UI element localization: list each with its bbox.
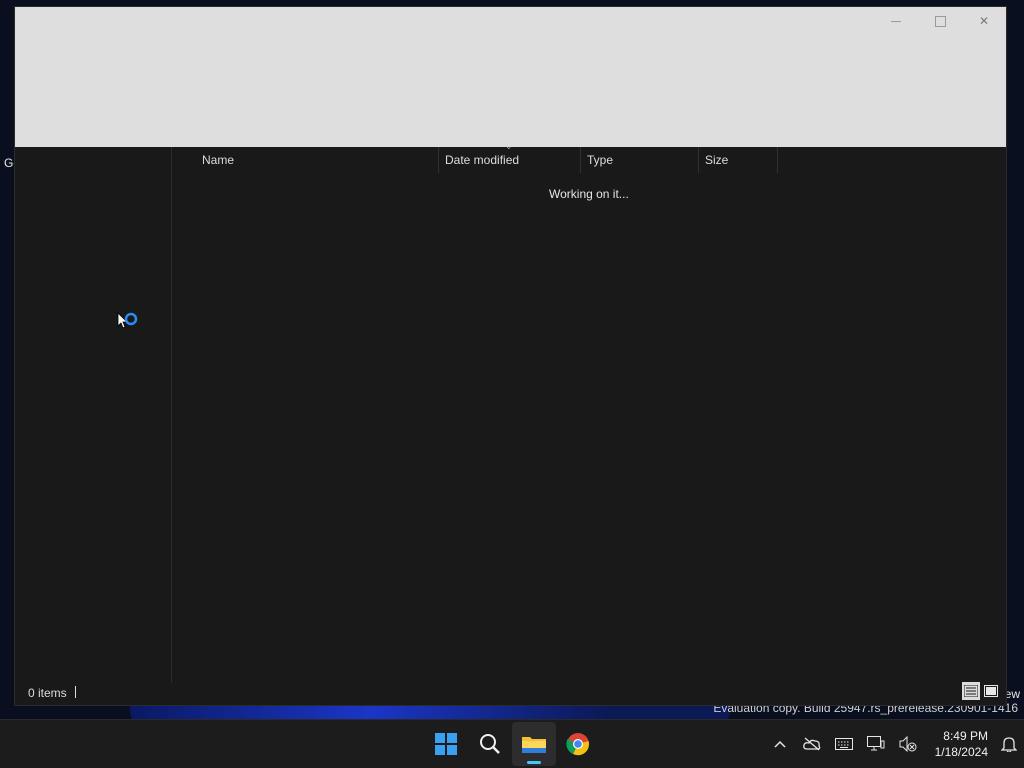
busy-cursor-icon — [117, 312, 141, 341]
view-toggles — [962, 682, 1000, 700]
large-icons-view-button[interactable] — [982, 682, 1000, 700]
loading-status-text: Working on it... — [549, 187, 629, 201]
taskbar-clock[interactable]: 8:49 PM 1/18/2024 — [924, 728, 994, 760]
file-list-pane[interactable]: Name ⌄ Date modified Type Size Working o… — [172, 141, 1006, 683]
status-separator — [75, 686, 76, 698]
taskbar: 8:49 PM 1/18/2024 — [0, 719, 1024, 768]
navigation-pane[interactable] — [15, 147, 172, 683]
network-icon[interactable] — [860, 724, 892, 764]
notifications-button[interactable] — [994, 724, 1024, 764]
chrome-taskbar-button[interactable] — [556, 722, 600, 766]
large-icons-view-icon — [984, 685, 998, 697]
column-header-name[interactable]: Name — [172, 147, 439, 173]
volume-muted-icon[interactable] — [892, 724, 924, 764]
column-header-type[interactable]: Type — [581, 147, 699, 173]
keyboard-icon[interactable] — [828, 724, 860, 764]
file-explorer-window[interactable]: ✕ Name ⌄ Date modified Type Size Working… — [14, 6, 1007, 706]
column-header-size[interactable]: Size — [699, 147, 778, 173]
title-bar[interactable]: ✕ — [15, 7, 1006, 147]
sort-chevron-icon: ⌄ — [505, 141, 513, 151]
details-view-icon — [964, 685, 978, 697]
clock-date: 1/18/2024 — [934, 745, 988, 759]
file-explorer-taskbar-button[interactable] — [512, 722, 556, 766]
window-controls: ✕ — [874, 7, 1006, 35]
item-count: 0 items — [28, 686, 67, 700]
show-hidden-icons-chevron-icon[interactable] — [764, 724, 796, 764]
clock-time: 8:49 PM — [943, 729, 988, 743]
search-button[interactable] — [468, 722, 512, 766]
windows-logo-icon — [435, 733, 457, 755]
details-view-button[interactable] — [962, 682, 980, 700]
column-header-date-label: Date modified — [445, 153, 520, 167]
taskbar-apps — [424, 720, 600, 768]
search-icon — [480, 734, 500, 754]
system-tray: 8:49 PM 1/18/2024 — [764, 720, 1024, 768]
start-button[interactable] — [424, 722, 468, 766]
minimize-button[interactable] — [874, 7, 918, 35]
bell-icon — [1001, 737, 1017, 752]
maximize-button[interactable] — [918, 7, 962, 35]
folder-icon — [522, 737, 546, 753]
column-headers: Name ⌄ Date modified Type Size — [172, 141, 778, 173]
onedrive-offline-icon[interactable] — [796, 724, 828, 764]
close-button[interactable]: ✕ — [962, 7, 1006, 35]
chrome-icon — [566, 733, 589, 756]
status-bar: 0 items — [15, 681, 1006, 705]
column-header-date-modified[interactable]: ⌄ Date modified — [439, 141, 581, 173]
